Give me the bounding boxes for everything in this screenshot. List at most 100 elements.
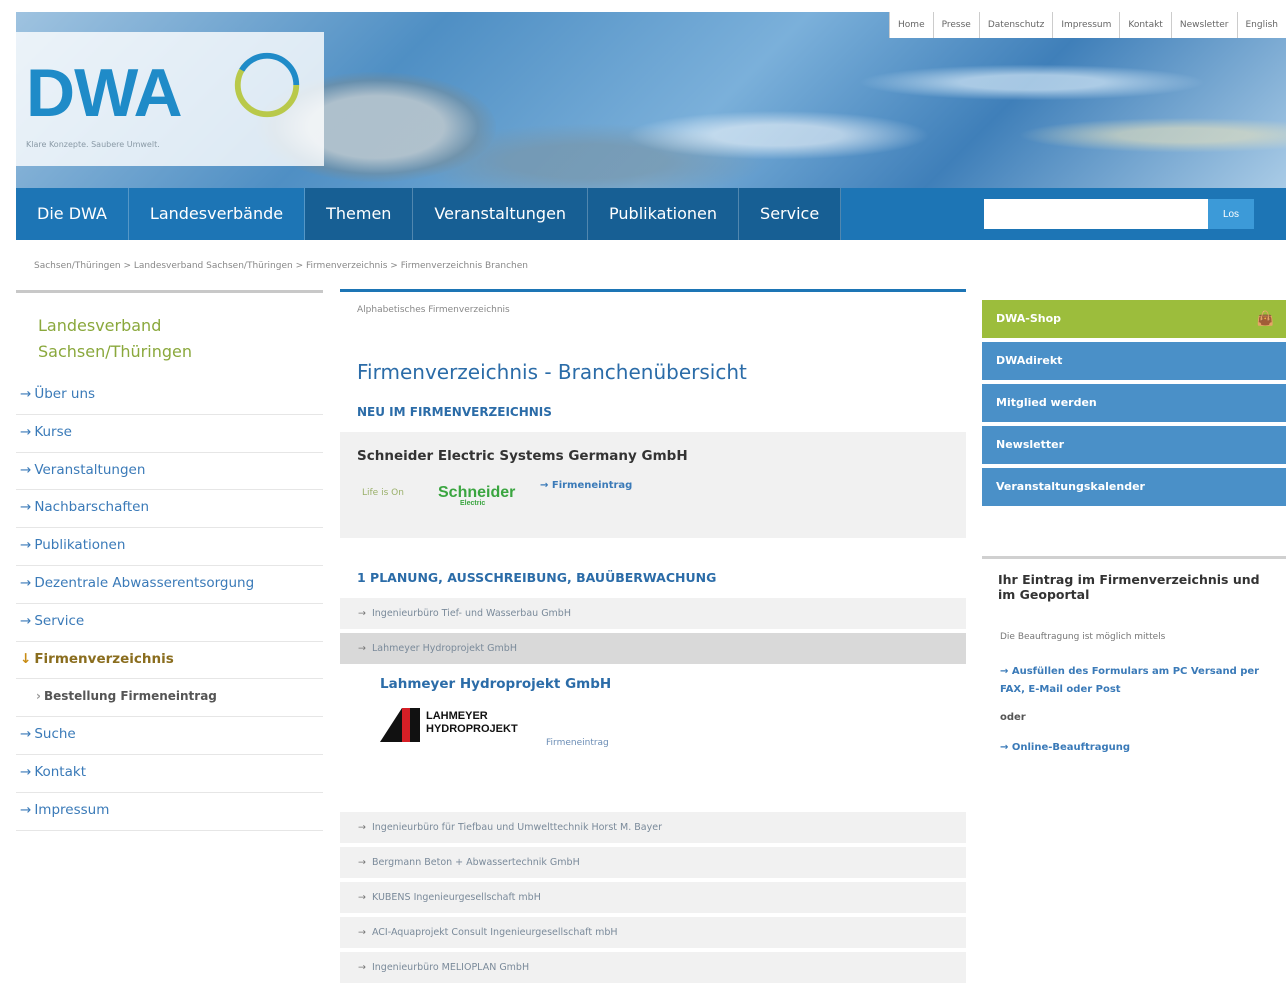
top-nav-presse[interactable]: Presse	[933, 12, 979, 38]
main-nav-die-dwa[interactable]: Die DWA	[16, 188, 129, 240]
sidebar-item-service[interactable]: →Service	[16, 604, 323, 642]
sidebar-item-veranstaltungen[interactable]: →Veranstaltungen	[16, 453, 323, 491]
list-item[interactable]: → Ingenieurbüro Tief- und Wasserbau GmbH	[340, 598, 966, 629]
arrow-right-icon: →	[358, 927, 366, 938]
main-nav-publikationen[interactable]: Publikationen	[588, 188, 739, 240]
sidebar-item-label: Dezentrale Abwasserentsorgung	[34, 575, 254, 591]
right-buttons: DWA-Shop👜 DWAdirekt Mitglied werden News…	[982, 300, 1286, 510]
top-nav-home[interactable]: Home	[889, 12, 933, 38]
sidebar-item-impressum[interactable]: →Impressum	[16, 793, 323, 831]
sidebar-item-label: Firmenverzeichnis	[34, 651, 173, 667]
search-button[interactable]: Los	[1208, 199, 1254, 229]
company-name: ACI-Aquaprojekt Consult Ingenieurgesells…	[372, 927, 618, 938]
company-list: →Ingenieurbüro Tief- und Wasserbau GmbH …	[340, 598, 966, 987]
main-nav-landesverbaende[interactable]: Landesverbände	[129, 188, 305, 240]
dwadirekt-button[interactable]: DWAdirekt	[982, 342, 1286, 380]
sidebar-title[interactable]: Landesverband Sachsen/Thüringen	[38, 313, 308, 365]
top-nav-newsletter[interactable]: Newsletter	[1171, 12, 1237, 38]
sidebar-item-label: Suche	[34, 726, 75, 742]
company-name: Ingenieurbüro Tief- und Wasserbau GmbH	[372, 608, 571, 619]
arrow-down-icon: ↓	[20, 651, 31, 667]
category-heading: 1 PLANUNG, AUSSCHREIBUNG, BAUÜBERWACHUNG	[357, 570, 716, 585]
button-label: Newsletter	[996, 438, 1064, 451]
sidebar-item-publikationen[interactable]: →Publikationen	[16, 528, 323, 566]
sidebar-item-label: Kurse	[34, 424, 72, 440]
arrow-right-icon: →	[358, 643, 366, 654]
sidebar-item-label: Kontakt	[34, 764, 86, 780]
list-item-selected[interactable]: → Lahmeyer Hydroprojekt GmbH	[340, 633, 966, 664]
company-name: Lahmeyer Hydroprojekt GmbH	[372, 643, 517, 654]
new-entry-box: Schneider Electric Systems Germany GmbH …	[340, 432, 966, 538]
sidebar-item-label: Über uns	[34, 386, 95, 402]
top-nav-impressum[interactable]: Impressum	[1052, 12, 1119, 38]
arrow-right-icon: →	[358, 608, 366, 619]
lahmeyer-logo: LAHMEYERHYDROPROJEKT	[380, 702, 528, 746]
shopping-bag-icon: 👜	[1257, 300, 1274, 338]
arrow-right-icon: →	[358, 857, 366, 868]
main-nav-service[interactable]: Service	[739, 188, 841, 240]
company-name: Bergmann Beton + Abwassertechnik GmbH	[372, 857, 580, 868]
mitglied-werden-button[interactable]: Mitglied werden	[982, 384, 1286, 422]
form-download-link[interactable]: → Ausfüllen des Formulars am PC Versand …	[1000, 663, 1270, 699]
button-label: Veranstaltungskalender	[996, 480, 1145, 493]
sidebar-item-label: Publikationen	[34, 537, 125, 553]
sidebar-item-kontakt[interactable]: →Kontakt	[16, 755, 323, 793]
online-beauftragung-link[interactable]: → Online-Beauftragung	[1000, 742, 1130, 753]
sidebar-item-kurse[interactable]: →Kurse	[16, 415, 323, 453]
logo-ring-icon	[228, 46, 306, 124]
schneider-tagline: Life is On	[362, 488, 404, 498]
schneider-logo-sub: Electric	[460, 500, 515, 507]
sidebar-item-nachbarschaften[interactable]: →Nachbarschaften	[16, 490, 323, 528]
company-name: Ingenieurbüro MELIOPLAN GmbH	[372, 962, 529, 973]
detail-firmeneintrag-link[interactable]: Firmeneintrag	[546, 738, 609, 748]
arrow-right-icon: →	[358, 892, 366, 903]
top-nav: Home Presse Datenschutz Impressum Kontak…	[889, 12, 1286, 38]
main-nav-veranstaltungen[interactable]: Veranstaltungen	[413, 188, 588, 240]
sidebar-menu: →Über uns →Kurse →Veranstaltungen →Nachb…	[16, 377, 323, 831]
dwa-shop-button[interactable]: DWA-Shop👜	[982, 300, 1286, 338]
list-item[interactable]: → ACI-Aquaprojekt Consult Ingenieurgesell…	[340, 917, 966, 948]
oder-text: oder	[1000, 712, 1026, 723]
logo-text: DWA	[26, 54, 182, 132]
new-firmeneintrag-link[interactable]: → Firmeneintrag	[540, 480, 632, 491]
arrow-right-icon: →	[20, 613, 31, 629]
schneider-logo: SchneiderElectric	[438, 484, 515, 507]
veranstaltungskalender-button[interactable]: Veranstaltungskalender	[982, 468, 1286, 506]
left-divider	[16, 290, 323, 293]
sidebar-item-bestellung[interactable]: ›Bestellung Firmeneintrag	[16, 679, 323, 717]
alphabetical-link[interactable]: Alphabetisches Firmenverzeichnis	[357, 305, 510, 315]
arrow-right-icon: →	[358, 822, 366, 833]
top-nav-datenschutz[interactable]: Datenschutz	[979, 12, 1053, 38]
sidebar-item-suche[interactable]: →Suche	[16, 717, 323, 755]
arrow-right-icon: →	[20, 802, 31, 818]
sidebar-item-firmenverzeichnis[interactable]: ↓Firmenverzeichnis	[16, 642, 323, 680]
button-label: DWAdirekt	[996, 354, 1062, 367]
list-item[interactable]: → Bergmann Beton + Abwassertechnik GmbH	[340, 847, 966, 878]
newsletter-button[interactable]: Newsletter	[982, 426, 1286, 464]
list-item[interactable]: →Ingenieurbüro für Tiefbau und Umwelttec…	[340, 812, 966, 843]
top-nav-kontakt[interactable]: Kontakt	[1119, 12, 1170, 38]
breadcrumb[interactable]: Sachsen/Thüringen > Landesverband Sachse…	[34, 261, 528, 271]
company-name: KUBENS Ingenieurgesellschaft mbH	[372, 892, 541, 903]
top-nav-english[interactable]: English	[1237, 12, 1286, 38]
arrow-right-icon: →	[20, 462, 31, 478]
schneider-logo-text: Schneider	[438, 484, 515, 501]
list-item[interactable]: → KUBENS Ingenieurgesellschaft mbH	[340, 882, 966, 913]
sidebar-item-ueber-uns[interactable]: →Über uns	[16, 377, 323, 415]
detail-title: Lahmeyer Hydroprojekt GmbH	[380, 676, 611, 692]
right-divider	[982, 556, 1286, 559]
dwa-logo[interactable]: DWA Klare Konzepte. Saubere Umwelt.	[16, 32, 324, 166]
arrow-right-icon: →	[20, 424, 31, 440]
logo-line-1: LAHMEYER	[426, 710, 488, 722]
arrow-right-icon: →	[20, 575, 31, 591]
sidebar-item-dezentrale[interactable]: →Dezentrale Abwasserentsorgung	[16, 566, 323, 604]
arrow-right-icon: →	[20, 764, 31, 780]
new-company-name: Schneider Electric Systems Germany GmbH	[357, 448, 688, 464]
sidebar-item-label: Nachbarschaften	[34, 499, 149, 515]
arrow-right-icon: →	[20, 537, 31, 553]
company-detail: Lahmeyer Hydroprojekt GmbH LAHMEYERHYDRO…	[340, 668, 966, 808]
main-nav-themen[interactable]: Themen	[305, 188, 413, 240]
list-item[interactable]: →Ingenieurbüro MELIOPLAN GmbH	[340, 952, 966, 983]
lahmeyer-logo-text: LAHMEYERHYDROPROJEKT	[426, 710, 518, 736]
search-input[interactable]	[984, 199, 1218, 229]
